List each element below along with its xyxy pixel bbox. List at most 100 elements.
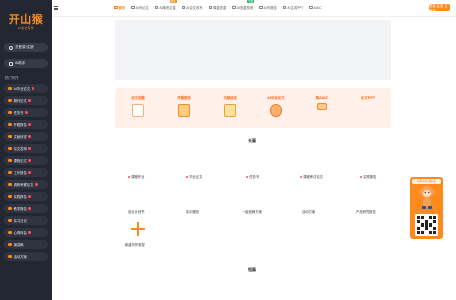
sidebar-item[interactable]: 实践报告: [4, 192, 48, 201]
sidebar-item-label: 演讲稿: [13, 243, 24, 247]
sidebar-item[interactable]: 论文答辩: [4, 144, 48, 153]
bullet-icon: [360, 175, 363, 179]
tab[interactable]: AI降低文重 降低: [154, 0, 177, 11]
logo[interactable]: 开山猴 AI论文写作: [6, 14, 46, 30]
login-register-button[interactable]: 去登录/注册: [4, 43, 48, 52]
feature-strip: 论文选题 开题报告 文献综述 AI毕业论文 降AIGC 论文PPT: [115, 88, 391, 128]
sidebar-item-icon: [8, 110, 12, 115]
feature-card[interactable]: AI毕业论文: [256, 95, 296, 128]
writing-type-label: 课程考试论文: [303, 175, 323, 179]
tab[interactable]: AI写报告: [259, 5, 277, 11]
hot-badge-icon: [28, 99, 32, 102]
tab-icon: [259, 5, 263, 10]
writing-type-item[interactable]: 课程作业: [128, 174, 144, 179]
tab-label: 降重查重: [213, 6, 227, 10]
menu-icon[interactable]: [54, 6, 58, 10]
writing-type-label: 毕业论文: [189, 175, 203, 179]
sidebar-item[interactable]: 任务书: [4, 108, 48, 117]
tab[interactable]: AI论文改写: [181, 5, 203, 11]
qr-code: [415, 214, 438, 236]
thesis-icon: [270, 104, 282, 117]
feature-label: AI毕业论文: [267, 96, 285, 100]
sidebar-item-label: 课程论文: [13, 159, 27, 163]
sidebar-item[interactable]: 开题报告: [4, 120, 48, 129]
top-bar: 首页 AI写论文 AI降低文重 降低 AI论文改写 降重查重 AI查重检测 免费 AI写报告 AI…: [52, 0, 456, 17]
writing-type-item[interactable]: 一键品牌方案: [242, 209, 262, 214]
sidebar-item[interactable]: 演讲稿: [4, 240, 48, 249]
sidebar-item[interactable]: 实习日记: [4, 216, 48, 225]
sidebar-item-label: 工作报告: [13, 171, 27, 175]
feature-card[interactable]: 论文选题: [118, 95, 158, 128]
writing-type-label: 课程作业: [131, 175, 145, 179]
long-section-title: 长篇: [248, 138, 256, 143]
sidebar-item[interactable]: 期刊论文: [4, 96, 48, 105]
writing-type-item[interactable]: 课程考试论文: [300, 174, 323, 179]
sidebar-item[interactable]: 课程论文: [4, 156, 48, 165]
tab-icon: [131, 5, 135, 10]
sidebar-item[interactable]: 工作报告: [4, 168, 48, 177]
sidebar-item[interactable]: 活动方案: [4, 252, 48, 261]
bullet-icon: [246, 175, 249, 179]
sidebar-item-icon: [8, 182, 12, 187]
writing-type-item[interactable]: 活动方案: [302, 209, 315, 214]
top-tabs: 首页 AI写论文 AI降低文重 降低 AI论文改写 降重查重 AI查重检测 免费 AI写报告 AI…: [114, 0, 322, 11]
writing-type-item[interactable]: 任务书: [246, 174, 259, 179]
sidebar-item-label: 论文答辩: [13, 147, 27, 151]
tab[interactable]: AI写论文: [131, 5, 149, 11]
ai-assistant-button[interactable]: AI助手: [4, 59, 48, 68]
tab-label: AI写论文: [135, 6, 149, 10]
topic-icon: [132, 104, 144, 117]
feature-label: 降AIGC: [315, 96, 329, 100]
hot-badge-icon: [24, 111, 28, 114]
hot-badge-icon: [31, 87, 35, 90]
banner[interactable]: [115, 20, 391, 80]
hot-badge-icon: [34, 183, 38, 186]
tab-badge: 免费: [247, 0, 255, 4]
sidebar-item[interactable]: 文献综述: [4, 132, 48, 141]
add-writing-type-label[interactable]: 新建写作类型: [125, 242, 145, 247]
sidebar-item-icon: [8, 254, 12, 259]
writing-type-item[interactable]: 毕业论文: [186, 174, 202, 179]
sidebar-item-label: 实习日记: [13, 219, 27, 223]
writing-type-item[interactable]: 创业计划书: [128, 209, 144, 214]
bullet-icon: [128, 175, 131, 179]
tab-label: AI查重检测: [236, 6, 254, 10]
writing-type-item[interactable]: 实训报告: [186, 209, 199, 214]
feature-label: 开题报告: [177, 96, 191, 100]
monkey-mascot-icon: [419, 186, 435, 209]
writing-type-label: 任务书: [249, 175, 260, 179]
writing-type-item[interactable]: 实践报告: [360, 174, 376, 179]
sidebar-item[interactable]: 心得体会: [4, 228, 48, 237]
tab[interactable]: AI查重检测 免费: [232, 0, 255, 11]
hot-badge-icon: [28, 207, 32, 210]
sidebar-item-label: 实践报告: [13, 195, 27, 199]
tab-icon: [309, 5, 313, 10]
writing-type-item[interactable]: 产品研究报告: [356, 209, 376, 214]
tab[interactable]: AIGC: [309, 5, 322, 11]
feature-card[interactable]: 开题报告: [164, 95, 204, 128]
sidebar-item-label: 活动方案: [13, 255, 27, 259]
tab-label: AI论文改写: [186, 6, 203, 10]
tab[interactable]: 首页: [114, 5, 125, 11]
login-button[interactable]: 登录/注册 立即领: [429, 4, 450, 13]
feature-label: 文献综述: [223, 96, 237, 100]
sidebar-item-icon: [8, 134, 12, 139]
add-icon[interactable]: [131, 222, 145, 236]
feature-card[interactable]: 文献综述: [210, 95, 250, 128]
sidebar-item-label: 文献综述: [13, 135, 27, 139]
sidebar-item[interactable]: 教学报告: [4, 204, 48, 213]
feature-card[interactable]: 降AIGC: [302, 95, 342, 128]
float-widget-title: 扫码关注 领好礼: [412, 179, 441, 184]
sidebar-item[interactable]: AI毕业论文: [4, 84, 48, 93]
tab[interactable]: 降重查重: [208, 5, 227, 11]
hot-badge-icon: [28, 195, 32, 198]
float-widget[interactable]: 扫码关注 领好礼: [410, 177, 443, 239]
tab-icon: [114, 5, 118, 10]
sidebar-item[interactable]: 调研考察论文: [4, 180, 48, 189]
feature-card[interactable]: 论文PPT: [348, 95, 388, 128]
sidebar-item-icon: [8, 242, 12, 247]
tab-icon: [232, 5, 236, 10]
sidebar-item-icon: [8, 218, 12, 223]
sidebar-item-icon: [8, 98, 12, 103]
tab[interactable]: AI生成PPT: [282, 5, 303, 11]
